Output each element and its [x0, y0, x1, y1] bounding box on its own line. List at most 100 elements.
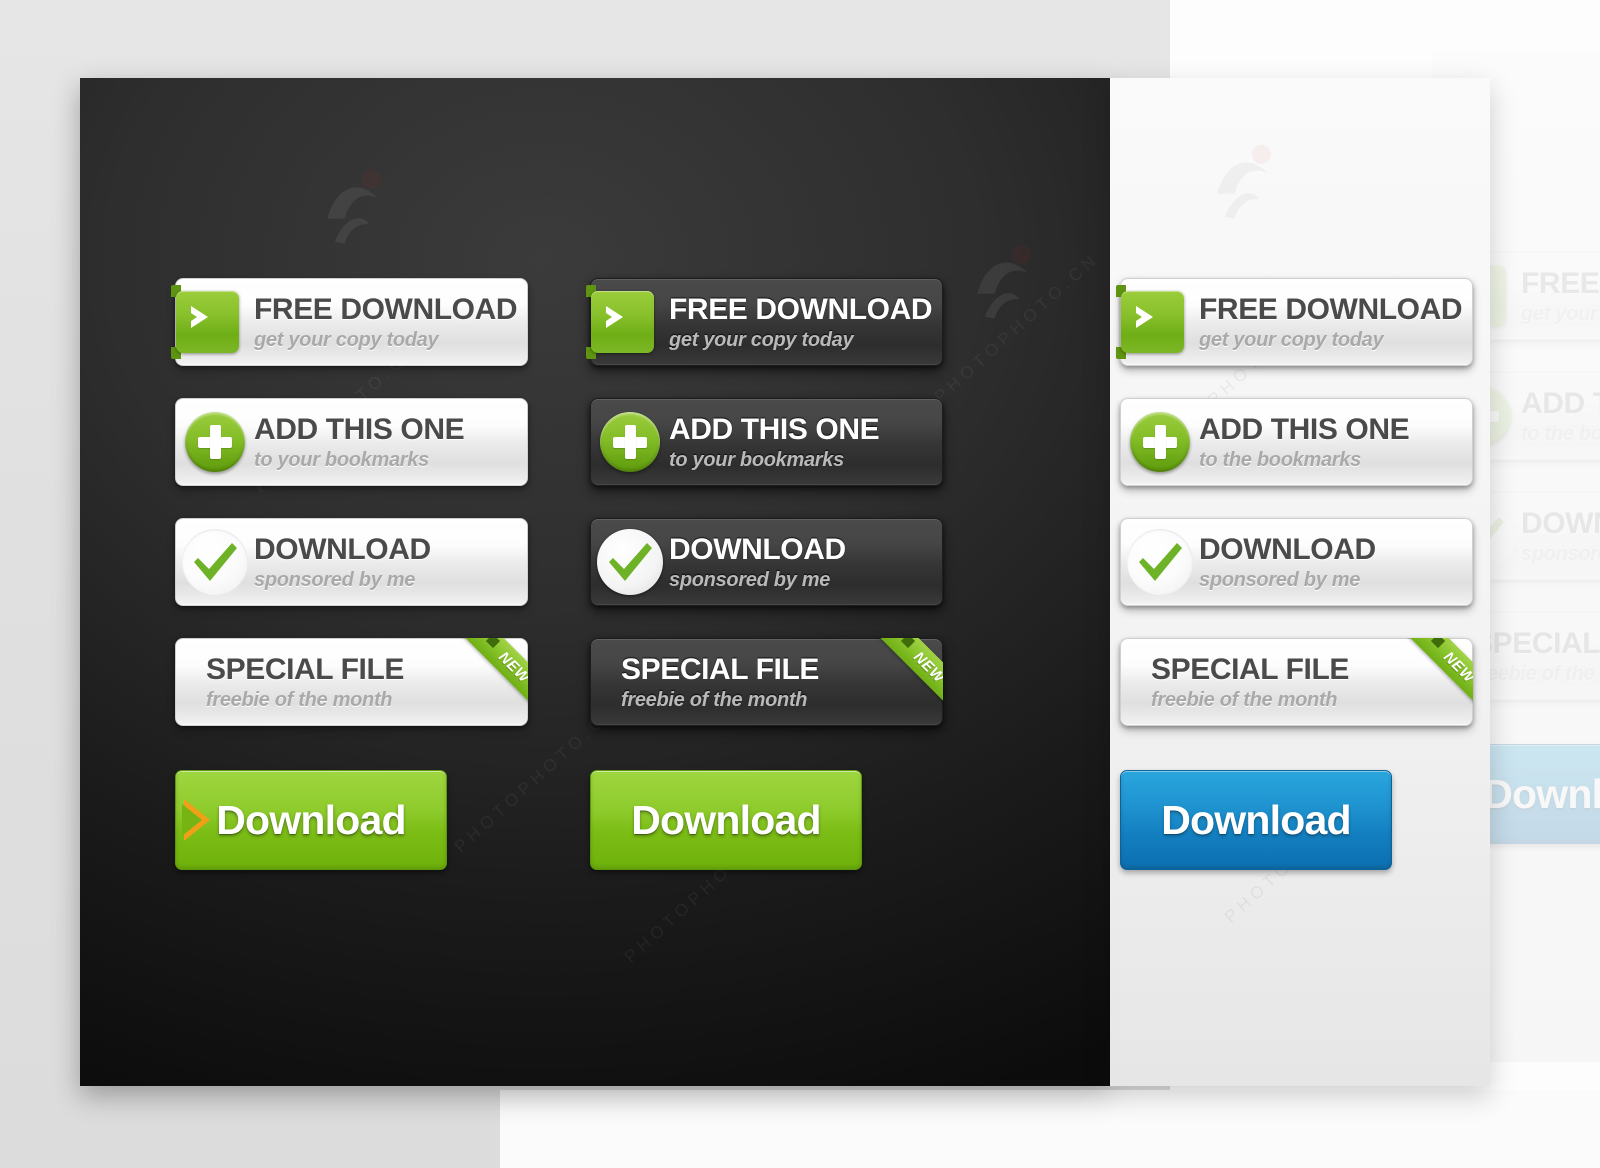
button-title: DOWNLOAD: [1521, 506, 1600, 540]
row-free-download: FREE DOWNLOAD get your copy today: [586, 278, 943, 366]
button-download-sponsored[interactable]: DOWNLOAD sponsored by me: [175, 518, 528, 606]
new-badge-corner: NEW: [450, 638, 528, 716]
row-add-this-one: ADD THIS ONE to your bookmarks: [590, 398, 943, 486]
button-subtitle: to the bookmarks: [1521, 422, 1600, 445]
row-download-plain: Download: [175, 770, 528, 870]
button-subtitle: freebie of the month: [206, 688, 393, 711]
row-special-file: SPECIAL FILE freebie of the month NEW: [590, 638, 943, 726]
row-download-plain: Download: [1120, 770, 1473, 870]
button-subtitle: get your copy today: [1199, 328, 1384, 351]
button-title: FREE DOWNLOAD: [669, 292, 933, 326]
row-download-sponsored: DOWNLOAD sponsored by me: [1120, 518, 1473, 606]
button-download-plain-green-arrow[interactable]: Download: [175, 770, 447, 870]
check-mark-icon: [1127, 529, 1193, 595]
button-title: ADD THIS ONE: [669, 412, 880, 446]
button-special-file[interactable]: SPECIAL FILE freebie of the month NEW: [175, 638, 528, 726]
button-add-this-one-dark[interactable]: ADD THIS ONE to your bookmarks: [590, 398, 943, 486]
button-title: ADD THIS ONE: [1199, 412, 1410, 446]
button-subtitle: to your bookmarks: [669, 448, 844, 471]
check-mark-icon: [597, 529, 663, 595]
row-download-plain: Download: [590, 770, 943, 870]
button-subtitle: freebie of the month: [1151, 688, 1338, 711]
icon-slot: [1121, 519, 1199, 605]
canvas-white-bottom: [500, 1090, 1600, 1168]
chevron-right-tag-icon: [586, 285, 654, 359]
artboard: FREE DOWNLOAD get your copy today ADD TH…: [0, 0, 1600, 1168]
button-title: FREE DOWNLOAD: [1199, 292, 1463, 326]
row-special-file: SPECIAL FILE freebie of the month NEW: [175, 638, 528, 726]
button-add-this-one[interactable]: ADD THIS ONE to your bookmarks: [175, 398, 528, 486]
button-title: ADD THIS ONE: [254, 412, 465, 446]
watermark-text: PHOTOPHOTO.CN: [930, 248, 1104, 407]
button-label: Download: [1161, 796, 1351, 843]
button-title: DOWNLOAD: [1199, 532, 1376, 566]
chevron-right-tag-icon: [1116, 285, 1184, 359]
dark-panel: PHOTOPHOTO.CN PHOTOPHOTO.CN PHOTOPHOTO.C…: [80, 78, 1110, 1086]
button-download-sponsored-light[interactable]: DOWNLOAD sponsored by me: [1120, 518, 1473, 606]
icon-slot: [1116, 279, 1199, 365]
button-label: Download: [631, 796, 821, 843]
button-title: FREE DOWNLOAD: [254, 292, 518, 326]
row-add-this-one: ADD THIS ONE to the bookmarks: [1120, 398, 1473, 486]
button-label: Download: [1483, 770, 1600, 817]
row-download-sponsored: DOWNLOAD sponsored by me: [590, 518, 943, 606]
watermark-logo-icon: [977, 244, 1032, 319]
button-free-download-light[interactable]: FREE DOWNLOAD get your copy today: [1116, 278, 1473, 366]
new-badge-corner: NEW: [1395, 638, 1473, 716]
button-subtitle: sponsored by me: [254, 568, 416, 591]
button-download-plain-green[interactable]: Download: [590, 770, 862, 870]
row-free-download: FREE DOWNLOAD get your copy today: [1116, 278, 1473, 366]
button-free-download[interactable]: FREE DOWNLOAD get your copy today: [171, 278, 528, 366]
icon-slot: [591, 399, 669, 485]
plus-circle-icon: [1130, 412, 1190, 472]
icon-slot: [176, 399, 254, 485]
button-subtitle: sponsored by me: [1199, 568, 1361, 591]
row-free-download: FREE DOWNLOAD get your copy today: [171, 278, 528, 366]
button-subtitle: freebie of the month: [1473, 662, 1600, 685]
row-add-this-one: ADD THIS ONE to your bookmarks: [175, 398, 528, 486]
icon-slot: [591, 519, 669, 605]
new-badge-label: NEW: [875, 638, 943, 716]
button-title: DOWNLOAD: [254, 532, 431, 566]
button-subtitle: sponsored by me: [669, 568, 831, 591]
button-title: SPECIAL FILE: [206, 652, 405, 686]
light-panel: PHOTOPHOTO.CN PHOTOPHOTO.CN: [1110, 78, 1490, 1086]
new-badge-label: NEW: [460, 638, 528, 716]
button-label: Download: [216, 796, 406, 843]
button-subtitle: sponsored by me: [1521, 542, 1600, 565]
column-light-on-light: FREE DOWNLOAD get your copy today ADD TH…: [1116, 278, 1473, 902]
icon-slot: [1121, 399, 1199, 485]
check-mark-icon: [182, 529, 248, 595]
column-dark-on-dark: FREE DOWNLOAD get your copy today ADD TH…: [586, 278, 943, 902]
button-add-this-one-light[interactable]: ADD THIS ONE to the bookmarks: [1120, 398, 1473, 486]
button-subtitle: get your copy today: [669, 328, 854, 351]
button-subtitle: to the bookmarks: [1199, 448, 1361, 471]
button-free-download-dark[interactable]: FREE DOWNLOAD get your copy today: [586, 278, 943, 366]
button-title: FREE DOWNLOAD: [1521, 266, 1600, 300]
new-badge-corner: NEW: [865, 638, 943, 716]
icon-slot: [171, 279, 254, 365]
arrow-right-icon: [182, 799, 210, 841]
button-subtitle: get your copy today: [1521, 302, 1600, 325]
button-special-file-light[interactable]: SPECIAL FILE freebie of the month NEW: [1120, 638, 1473, 726]
button-download-plain-blue[interactable]: Download: [1120, 770, 1392, 870]
button-title: SPECIAL FILE: [1473, 626, 1600, 660]
button-subtitle: freebie of the month: [621, 688, 808, 711]
button-special-file-dark[interactable]: SPECIAL FILE freebie of the month NEW: [590, 638, 943, 726]
button-title: ADD THIS ONE: [1521, 386, 1600, 420]
button-title: SPECIAL FILE: [621, 652, 820, 686]
new-badge-label: NEW: [1405, 638, 1473, 716]
button-download-sponsored-dark[interactable]: DOWNLOAD sponsored by me: [590, 518, 943, 606]
button-title: DOWNLOAD: [669, 532, 846, 566]
icon-slot: [586, 279, 669, 365]
button-subtitle: get your copy today: [254, 328, 439, 351]
row-download-sponsored: DOWNLOAD sponsored by me: [175, 518, 528, 606]
watermark-logo-icon: [1217, 144, 1272, 219]
row-special-file: SPECIAL FILE freebie of the month NEW: [1120, 638, 1473, 726]
plus-circle-icon: [185, 412, 245, 472]
plus-circle-icon: [600, 412, 660, 472]
chevron-right-tag-icon: [171, 285, 239, 359]
column-light-on-dark: FREE DOWNLOAD get your copy today ADD TH…: [171, 278, 528, 902]
icon-slot: [176, 519, 254, 605]
button-title: SPECIAL FILE: [1151, 652, 1350, 686]
